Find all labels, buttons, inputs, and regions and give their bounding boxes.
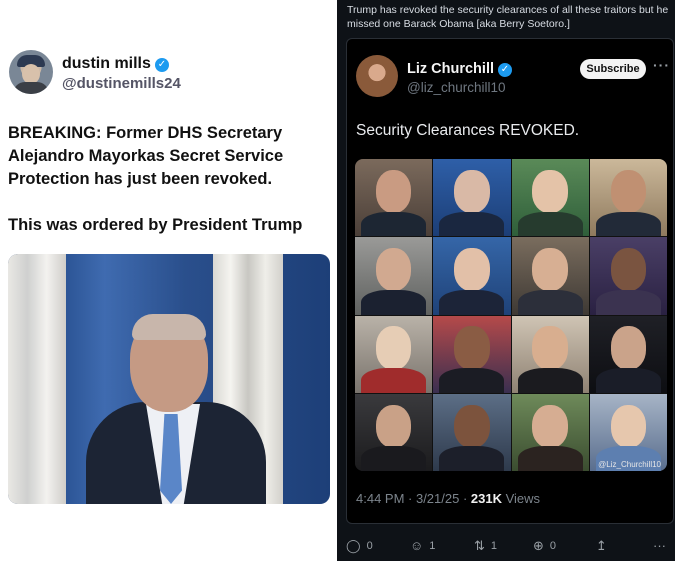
collage-photo <box>511 237 589 315</box>
left-post: dustin mills ✓ @dustinemills24 BREAKING: … <box>0 0 337 561</box>
collage-photo <box>433 159 511 237</box>
collage-photo <box>589 159 667 237</box>
action-bar: ◯ 0 ☺ 1 ⇅ 1 ⊕ 0 ↥ ··· <box>337 534 675 561</box>
share-icon: ↥ <box>596 538 607 553</box>
post-time[interactable]: 4:44 PM · 3/21/25 · <box>356 491 471 506</box>
like-button[interactable]: ☺ 1 <box>410 538 435 553</box>
quoted-card[interactable]: Liz Churchill ✓ @liz_churchill10 Subscrib… <box>346 38 674 524</box>
post-metadata: 4:44 PM · 3/21/25 · 231K Views <box>356 491 540 506</box>
collage-photo <box>511 393 589 471</box>
card-author-name-text[interactable]: Liz Churchill <box>407 61 494 77</box>
author-name-text[interactable]: dustin mills <box>62 55 151 72</box>
views-label: Views <box>501 491 541 506</box>
subscribe-button[interactable]: Subscribe <box>580 59 646 79</box>
more-icon: ··· <box>653 538 666 553</box>
collage-photo <box>355 315 433 393</box>
collage-photo <box>433 393 511 471</box>
collage-watermark: @Liz_Churchill10 <box>598 460 661 469</box>
collage-photo <box>355 159 433 237</box>
reply-icon: ◯ <box>346 538 361 553</box>
like-count: 1 <box>429 539 436 552</box>
photo-collage[interactable]: @Liz_Churchill10 <box>355 159 667 471</box>
views-button[interactable]: ⊕ 0 <box>533 538 556 554</box>
repost-icon: ⇅ <box>474 538 485 553</box>
collage-photo: @Liz_Churchill10 <box>589 393 667 471</box>
collage-photo <box>355 237 433 315</box>
views-count: 231K <box>470 491 502 506</box>
collage-photo <box>433 315 511 393</box>
quote-text: Trump has revoked the security clearance… <box>347 4 669 30</box>
reply-count: 0 <box>366 540 373 552</box>
collage-photo <box>589 237 667 315</box>
card-author-avatar[interactable] <box>356 55 398 97</box>
card-author-handle[interactable]: @liz_churchill10 <box>407 80 506 95</box>
repost-button[interactable]: ⇅ 1 <box>474 538 497 554</box>
reply-button[interactable]: ◯ 0 <box>346 538 373 554</box>
right-post: Trump has revoked the security clearance… <box>337 0 675 561</box>
collage-photo <box>355 393 433 471</box>
post-text: BREAKING: Former DHS Secretary Alejandro… <box>8 122 328 260</box>
collage-photo <box>589 315 667 393</box>
collage-photo <box>511 159 589 237</box>
post-text-line: BREAKING: Former DHS Secretary Alejandro… <box>8 124 284 188</box>
card-text: Security Clearances REVOKED. <box>356 122 580 139</box>
collage-photo <box>511 315 589 393</box>
like-icon: ☺ <box>410 538 424 553</box>
collage-photo <box>433 237 511 315</box>
post-photo[interactable] <box>8 254 330 504</box>
author-avatar[interactable] <box>9 50 53 94</box>
verified-badge-icon: ✓ <box>498 63 512 77</box>
views-count-action: 0 <box>549 540 557 552</box>
more-button[interactable]: ··· <box>653 538 666 553</box>
author-name[interactable]: dustin mills ✓ <box>62 55 169 73</box>
share-button[interactable]: ↥ <box>596 538 607 554</box>
repost-count: 1 <box>490 540 498 552</box>
card-author-name[interactable]: Liz Churchill ✓ <box>407 61 512 77</box>
post-text-line: This was ordered by President Trump <box>8 216 303 234</box>
author-handle[interactable]: @dustinemills24 <box>62 75 181 92</box>
more-options-icon[interactable]: ··· <box>653 57 670 73</box>
verified-badge-icon: ✓ <box>154 58 169 72</box>
views-icon: ⊕ <box>533 538 544 553</box>
